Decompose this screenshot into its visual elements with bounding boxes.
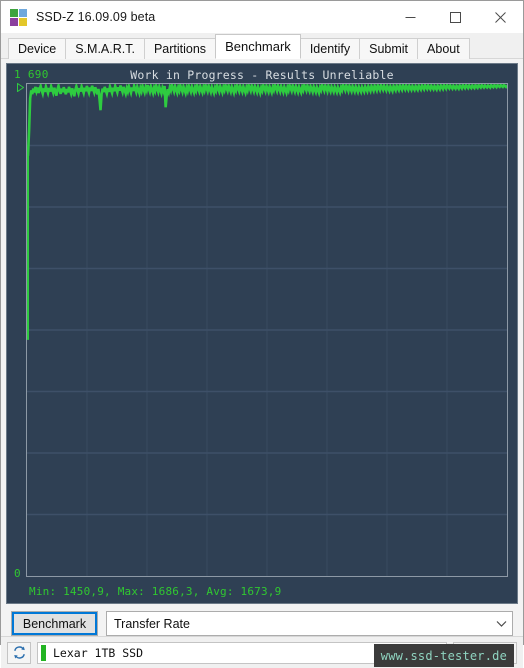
status-bar: Lexar 1TB SSD Quit www.ssd-tester.de — [1, 636, 523, 668]
tab-about[interactable]: About — [417, 38, 470, 59]
benchmark-controls: Benchmark Transfer Rate — [6, 611, 518, 636]
chart-plot-area — [26, 83, 508, 577]
benchmark-chart: 1 690 Work in Progress - Results Unrelia… — [6, 63, 518, 604]
close-icon[interactable] — [478, 1, 523, 33]
tab-submit[interactable]: Submit — [359, 38, 419, 59]
title-bar: SSD-Z 16.09.09 beta — [1, 1, 523, 33]
chart-warning-title: Work in Progress - Results Unreliable — [130, 68, 394, 82]
tab-identify[interactable]: Identify — [299, 38, 361, 59]
tab-smart[interactable]: S.M.A.R.T. — [65, 38, 145, 59]
minimize-icon[interactable] — [388, 1, 433, 33]
app-window: SSD-Z 16.09.09 beta Device S.M.A.R.T. Pa… — [0, 0, 524, 668]
chevron-down-icon[interactable] — [490, 620, 512, 628]
chart-stats-text: Min: 1450,9, Max: 1686,3, Avg: 1673,9 — [29, 585, 282, 598]
benchmark-mode-select[interactable]: Transfer Rate — [106, 611, 513, 636]
tab-partitions[interactable]: Partitions — [143, 38, 217, 59]
benchmark-button[interactable]: Benchmark — [11, 611, 98, 636]
health-indicator — [41, 644, 46, 661]
maximize-icon[interactable] — [433, 1, 478, 33]
window-controls — [388, 1, 523, 33]
chart-axis-min-label: 0 — [14, 567, 21, 580]
benchmark-mode-value: Transfer Rate — [114, 616, 190, 631]
tab-benchmark[interactable]: Benchmark — [215, 34, 301, 59]
device-name-label: Lexar 1TB SSD — [53, 645, 144, 660]
benchmark-page: 1 690 Work in Progress - Results Unrelia… — [1, 58, 523, 636]
tab-device[interactable]: Device — [8, 38, 67, 59]
app-logo-icon — [10, 8, 27, 26]
playhead-marker-icon — [17, 83, 24, 92]
chart-line-svg — [27, 84, 507, 576]
tab-bar: Device S.M.A.R.T. Partitions Benchmark I… — [1, 33, 523, 59]
window-title: SSD-Z 16.09.09 beta — [36, 10, 156, 24]
site-watermark: www.ssd-tester.de — [373, 644, 514, 667]
